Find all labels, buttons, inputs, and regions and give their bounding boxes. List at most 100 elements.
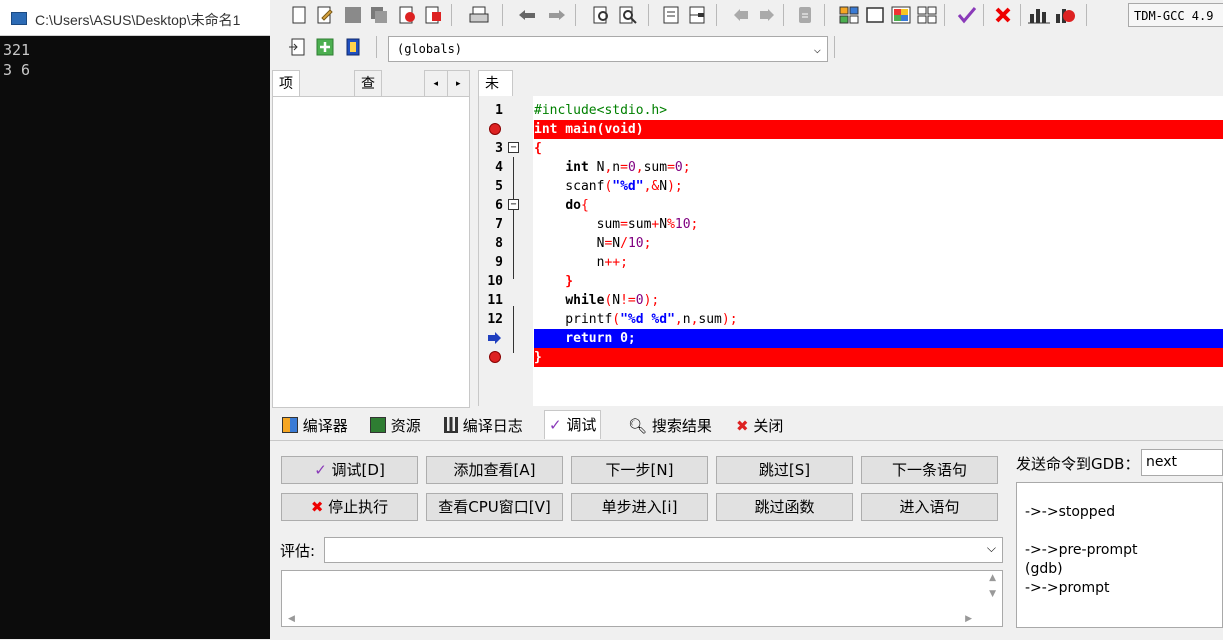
tab-class-browser[interactable]: 查看类 bbox=[354, 70, 382, 144]
stop-execution-button[interactable]: ✖ 停止执行 bbox=[281, 493, 418, 521]
save-all-icon[interactable] bbox=[368, 4, 390, 26]
code-line: 7 sum=sum+N%10; bbox=[479, 215, 1223, 234]
scroll-left-icon[interactable]: ◂ bbox=[425, 71, 447, 96]
toolbar-separator bbox=[575, 4, 576, 26]
evaluate-output[interactable]: ▲ ▼ ◀ ▶ bbox=[281, 570, 1003, 627]
scroll-right-icon[interactable]: ▶ bbox=[965, 614, 972, 624]
console-line: 321 bbox=[3, 41, 31, 59]
code-line: 4 int N,n=0,sum=0; bbox=[479, 158, 1223, 177]
compiler-selector[interactable]: TDM-GCC 4.9 bbox=[1128, 3, 1223, 27]
gdb-output-line: ->->pre-prompt bbox=[1025, 542, 1138, 558]
next-bookmark-icon[interactable] bbox=[756, 4, 778, 26]
compile-run-icon[interactable] bbox=[890, 4, 912, 26]
replace-icon[interactable] bbox=[617, 4, 639, 26]
line-number: 10 bbox=[487, 274, 503, 289]
code-line: 5 scanf("%d",&N); bbox=[479, 177, 1223, 196]
scroll-down-icon[interactable]: ▼ bbox=[989, 589, 996, 599]
goto-icon[interactable] bbox=[686, 4, 708, 26]
stop-icon: ✖ bbox=[310, 498, 324, 516]
code-line-current: return 0; bbox=[479, 329, 1223, 348]
code-line: 11 while(N!=0); bbox=[479, 291, 1223, 310]
find-icon[interactable] bbox=[591, 4, 613, 26]
stop-execution-icon[interactable] bbox=[992, 4, 1014, 26]
next-step-button[interactable]: 下一步[N] bbox=[571, 456, 708, 484]
line-number: 6 bbox=[495, 198, 503, 213]
indent-icon[interactable] bbox=[660, 4, 682, 26]
code-line-breakpoint: } bbox=[479, 348, 1223, 367]
fold-collapse-icon[interactable]: − bbox=[508, 199, 519, 210]
new-file-icon[interactable] bbox=[288, 4, 310, 26]
skip-button[interactable]: 跳过[S] bbox=[716, 456, 853, 484]
debug-button[interactable]: ✓ 调试[D] bbox=[281, 456, 418, 484]
tab-compile-log[interactable]: 编译日志 bbox=[440, 412, 527, 440]
check-icon: ✓ bbox=[549, 416, 562, 434]
close-file-icon[interactable] bbox=[396, 4, 418, 26]
into-statement-button[interactable]: 进入语句 bbox=[861, 493, 998, 521]
goto-declaration-icon[interactable] bbox=[286, 36, 308, 58]
redo-icon[interactable] bbox=[546, 4, 568, 26]
save-icon[interactable] bbox=[342, 4, 364, 26]
open-file-icon[interactable] bbox=[314, 4, 336, 26]
gdb-output: ->->stopped ->->pre-prompt (gdb) ->->pro… bbox=[1016, 482, 1223, 628]
tab-compiler[interactable]: 编译器 bbox=[278, 412, 352, 440]
code-line: 6 − do{ bbox=[479, 196, 1223, 215]
gdb-output-line: (gdb) bbox=[1025, 561, 1063, 577]
tab-project-manager[interactable]: 项目管理 bbox=[272, 70, 300, 170]
line-number: 1 bbox=[495, 103, 503, 118]
code-line: 8 N=N/10; bbox=[479, 234, 1223, 253]
current-line-arrow-icon bbox=[488, 332, 501, 344]
code-line: 12 printf("%d %d",n,sum); bbox=[479, 310, 1223, 329]
print-icon[interactable] bbox=[468, 4, 490, 26]
step-into-button[interactable]: 单步进入[i] bbox=[571, 493, 708, 521]
scope-dropdown[interactable]: (globals) ⌵ bbox=[388, 36, 828, 62]
fold-collapse-icon[interactable]: − bbox=[508, 142, 519, 153]
tab-scroll-buttons: ◂ ▸ bbox=[424, 70, 470, 96]
scroll-right-icon[interactable]: ▸ bbox=[446, 71, 470, 96]
line-number: 9 bbox=[495, 255, 503, 270]
toolbar-separator bbox=[824, 4, 825, 26]
scroll-left-icon[interactable]: ◀ bbox=[288, 614, 295, 624]
gdb-command-input[interactable]: next bbox=[1141, 449, 1223, 476]
add-file-icon[interactable] bbox=[314, 36, 336, 58]
close-all-icon[interactable] bbox=[422, 4, 444, 26]
run-icon[interactable] bbox=[864, 4, 886, 26]
toolbar-separator bbox=[502, 4, 503, 26]
code-text: } bbox=[534, 274, 574, 289]
toolbar-separator bbox=[1020, 4, 1021, 26]
chart-icon bbox=[444, 417, 458, 433]
gdb-output-line bbox=[1025, 522, 1222, 541]
cpu-window-button[interactable]: 查看CPU窗口[V] bbox=[426, 493, 563, 521]
prev-bookmark-icon[interactable] bbox=[730, 4, 752, 26]
undo-icon[interactable] bbox=[516, 4, 538, 26]
delete-profile-icon[interactable] bbox=[1054, 4, 1076, 26]
chevron-down-icon: ⌵ bbox=[813, 42, 821, 56]
scroll-up-icon[interactable]: ▲ bbox=[989, 573, 996, 583]
bookmark-icon[interactable] bbox=[342, 36, 364, 58]
toggle-comment-icon[interactable] bbox=[794, 4, 816, 26]
toolbar-separator bbox=[783, 4, 784, 26]
code-editor[interactable]: 1 #include<stdio.h> int main(void) 3 − {… bbox=[478, 96, 1223, 406]
next-statement-button[interactable]: 下一条语句 bbox=[861, 456, 998, 484]
tab-search-results[interactable]: 🔍︎ 搜索结果 bbox=[624, 412, 716, 440]
chevron-down-icon[interactable]: ⌵ bbox=[987, 541, 996, 556]
toolbar-separator bbox=[1086, 4, 1087, 26]
breakpoint-icon[interactable] bbox=[489, 123, 501, 135]
tab-debug[interactable]: ✓ 调试 bbox=[544, 410, 602, 439]
tab-close[interactable]: ✖ 关闭 bbox=[732, 412, 787, 440]
profile-chart-icon[interactable] bbox=[1028, 4, 1050, 26]
console-icon bbox=[11, 12, 27, 25]
evaluate-input[interactable]: ⌵ bbox=[324, 537, 1003, 563]
code-line: 1 #include<stdio.h> bbox=[479, 101, 1223, 120]
check-syntax-icon[interactable] bbox=[956, 4, 978, 26]
line-number: 7 bbox=[495, 217, 503, 232]
tab-resources[interactable]: 资源 bbox=[366, 412, 425, 440]
breakpoint-icon[interactable] bbox=[489, 351, 501, 363]
console-titlebar[interactable]: C:\Users\ASUS\Desktop\未命名1 bbox=[0, 0, 270, 36]
compile-icon[interactable] bbox=[838, 4, 860, 26]
tab-file[interactable]: 未命名1.c bbox=[478, 70, 514, 170]
add-watch-button[interactable]: 添加查看[A] bbox=[426, 456, 563, 484]
rebuild-icon[interactable] bbox=[916, 4, 938, 26]
skip-function-button[interactable]: 跳过函数 bbox=[716, 493, 853, 521]
code-line: 10 } bbox=[479, 272, 1223, 291]
search-icon: 🔍︎ bbox=[628, 417, 648, 435]
